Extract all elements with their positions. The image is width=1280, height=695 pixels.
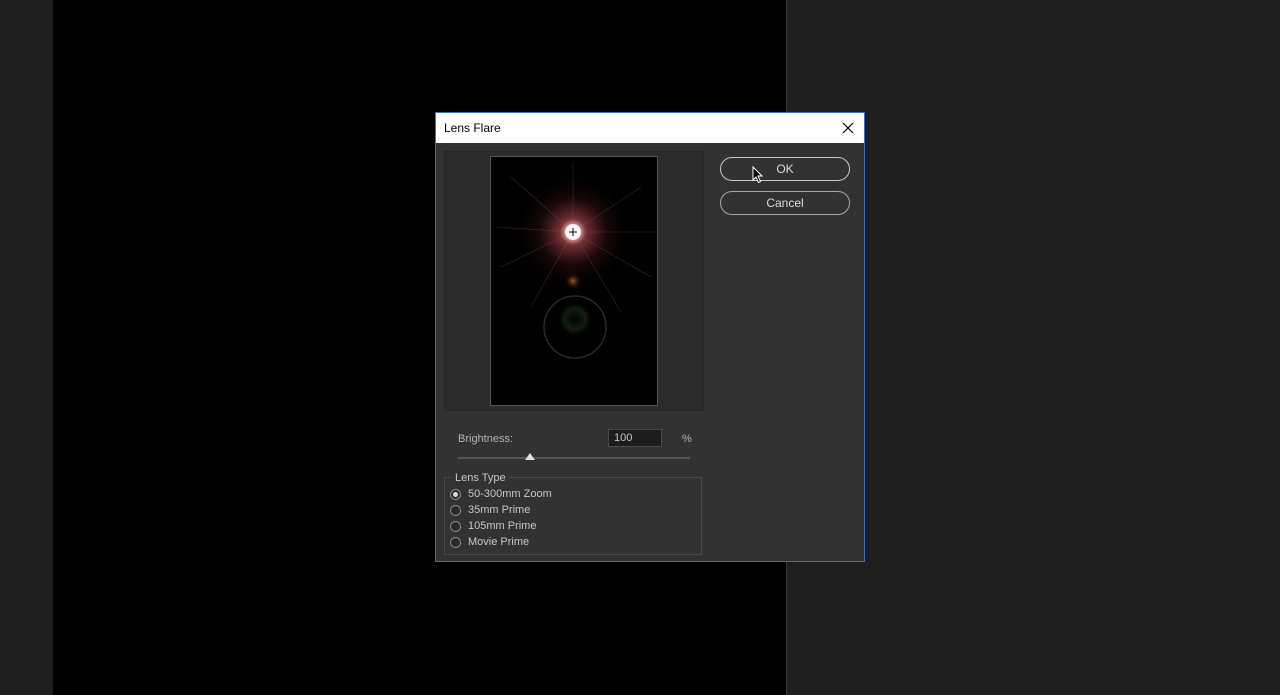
dialog-titlebar[interactable]: Lens Flare <box>436 113 864 143</box>
cancel-button[interactable]: Cancel <box>720 191 850 215</box>
dialog-title: Lens Flare <box>444 121 501 135</box>
brightness-input[interactable] <box>608 429 662 447</box>
mouse-pointer-icon <box>752 166 764 184</box>
lens-flare-dialog: Lens Flare OK Cancel Brightness: 100 % L… <box>435 112 865 562</box>
lens-option-label: 35mm Prime <box>468 504 531 516</box>
preview-panel <box>444 151 704 411</box>
brightness-label: Brightness: <box>458 433 514 445</box>
radio-button[interactable] <box>450 536 461 548</box>
workspace-left <box>0 0 53 695</box>
flare-preview[interactable] <box>490 156 658 406</box>
brightness-unit: % <box>682 433 692 445</box>
flare-preview-image <box>495 162 656 359</box>
close-icon <box>842 122 854 134</box>
radio-button[interactable] <box>450 520 461 532</box>
lens-option-movie-prime[interactable]: Movie Prime <box>450 536 529 548</box>
radio-button[interactable] <box>450 504 461 516</box>
ok-button[interactable]: OK <box>720 157 850 181</box>
lens-option-label: 105mm Prime <box>468 520 537 532</box>
lens-option-label: 50-300mm Zoom <box>468 488 552 500</box>
lens-option-35mm-prime[interactable]: 35mm Prime <box>450 504 530 516</box>
lens-type-legend: Lens Type <box>452 472 509 484</box>
brightness-slider-track[interactable] <box>458 457 690 459</box>
lens-option-105mm-prime[interactable]: 105mm Prime <box>450 520 536 532</box>
lens-option-label: Movie Prime <box>468 536 530 548</box>
radio-button[interactable] <box>450 488 461 500</box>
close-button[interactable] <box>834 113 862 143</box>
brightness-slider-thumb[interactable] <box>524 453 535 460</box>
lens-option-50-300mm-zoom[interactable]: 50-300mm Zoom <box>450 488 552 500</box>
